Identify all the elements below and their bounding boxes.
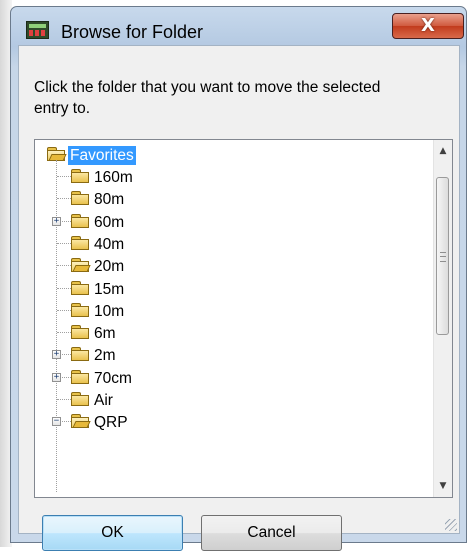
- tree-connector: [57, 176, 71, 177]
- folder-icon: [71, 169, 89, 183]
- expand-icon[interactable]: +: [52, 372, 61, 382]
- folder-icon: [71, 213, 89, 228]
- open-folder-icon: [71, 414, 91, 429]
- folder-icon: [71, 392, 89, 406]
- folder-icon: [71, 235, 89, 250]
- tree-connector: [57, 332, 71, 334]
- tree-item-160m[interactable]: 160m: [35, 166, 415, 188]
- tree-item-label: Air: [94, 392, 113, 409]
- tree-item-label: 2m: [94, 347, 116, 365]
- tree-item-label: 160m: [94, 169, 133, 186]
- tree-item-70cm[interactable]: +70cm: [35, 367, 415, 389]
- close-button[interactable]: X: [392, 13, 464, 39]
- scroll-thumb[interactable]: [436, 177, 449, 335]
- scroll-up-arrow-icon[interactable]: ▲: [434, 142, 452, 160]
- browse-folder-dialog: Browse for Folder X Click the folder tha…: [10, 6, 467, 551]
- scroll-down-arrow-icon[interactable]: ▼: [434, 477, 452, 495]
- tree-item-label: QRP: [94, 414, 128, 432]
- folder-icon: [71, 191, 89, 206]
- cancel-button[interactable]: Cancel: [201, 515, 342, 551]
- tree-item-label: 80m: [94, 191, 125, 209]
- tree-connector: [57, 309, 71, 311]
- folder-icon: [71, 302, 89, 317]
- folder-icon: [71, 347, 89, 362]
- folder-icon: [71, 325, 89, 340]
- tree-item-air[interactable]: Air: [35, 389, 415, 411]
- tree-item-label: 6m: [94, 325, 116, 343]
- tree-item-15m[interactable]: 15m: [35, 278, 415, 300]
- tree-item-label: 70cm: [94, 369, 132, 387]
- instruction-text: Click the folder that you want to move t…: [34, 79, 381, 117]
- dialog-title: Browse for Folder: [61, 22, 204, 42]
- tree-item-20m[interactable]: 20m: [35, 255, 415, 277]
- open-folder-icon: [71, 258, 91, 273]
- tree-item-label: 20m: [94, 258, 125, 276]
- tree-item-qrp[interactable]: − QRP: [35, 411, 415, 433]
- open-folder-icon: [47, 147, 67, 161]
- tree-item-label: Favorites: [68, 146, 136, 165]
- tree-connector: [57, 265, 71, 267]
- grip-icon: [440, 252, 446, 262]
- tree-item-label: 10m: [94, 302, 125, 320]
- tree-item-6m[interactable]: 6m: [35, 322, 415, 344]
- tree-connector: [57, 399, 71, 400]
- tree-item-label: 15m: [94, 280, 125, 298]
- tree-connector: [57, 287, 71, 289]
- expand-icon[interactable]: +: [52, 350, 61, 360]
- app-icon: [26, 21, 49, 39]
- tree-item-40m[interactable]: 40m: [35, 233, 415, 255]
- tree-connector: [57, 198, 71, 200]
- folder-tree[interactable]: Favorites 160m 80m +60m 40m 20m 15m 10m 6m +2m +7…: [34, 139, 453, 498]
- resize-grip-icon[interactable]: [445, 519, 457, 531]
- vertical-scrollbar[interactable]: ▲ ▼: [433, 140, 452, 497]
- dialog-body: Click the folder that you want to move t…: [18, 45, 460, 551]
- folder-icon: [71, 280, 89, 295]
- tree-item-favorites[interactable]: Favorites: [35, 144, 415, 166]
- tree-item-10m[interactable]: 10m: [35, 300, 415, 322]
- tree-item-80m[interactable]: 80m: [35, 188, 415, 210]
- expand-icon[interactable]: +: [52, 216, 61, 226]
- tree-item-label: 40m: [94, 235, 125, 253]
- tree-item-label: 60m: [94, 213, 125, 231]
- tree-item-2m[interactable]: +2m: [35, 344, 415, 366]
- tree-item-60m[interactable]: +60m: [35, 211, 415, 233]
- title-bar[interactable]: Browse for Folder X: [11, 7, 466, 43]
- tree-connector: [57, 242, 71, 244]
- collapse-icon[interactable]: −: [52, 417, 61, 427]
- ok-button[interactable]: OK: [42, 515, 183, 551]
- folder-icon: [71, 369, 89, 384]
